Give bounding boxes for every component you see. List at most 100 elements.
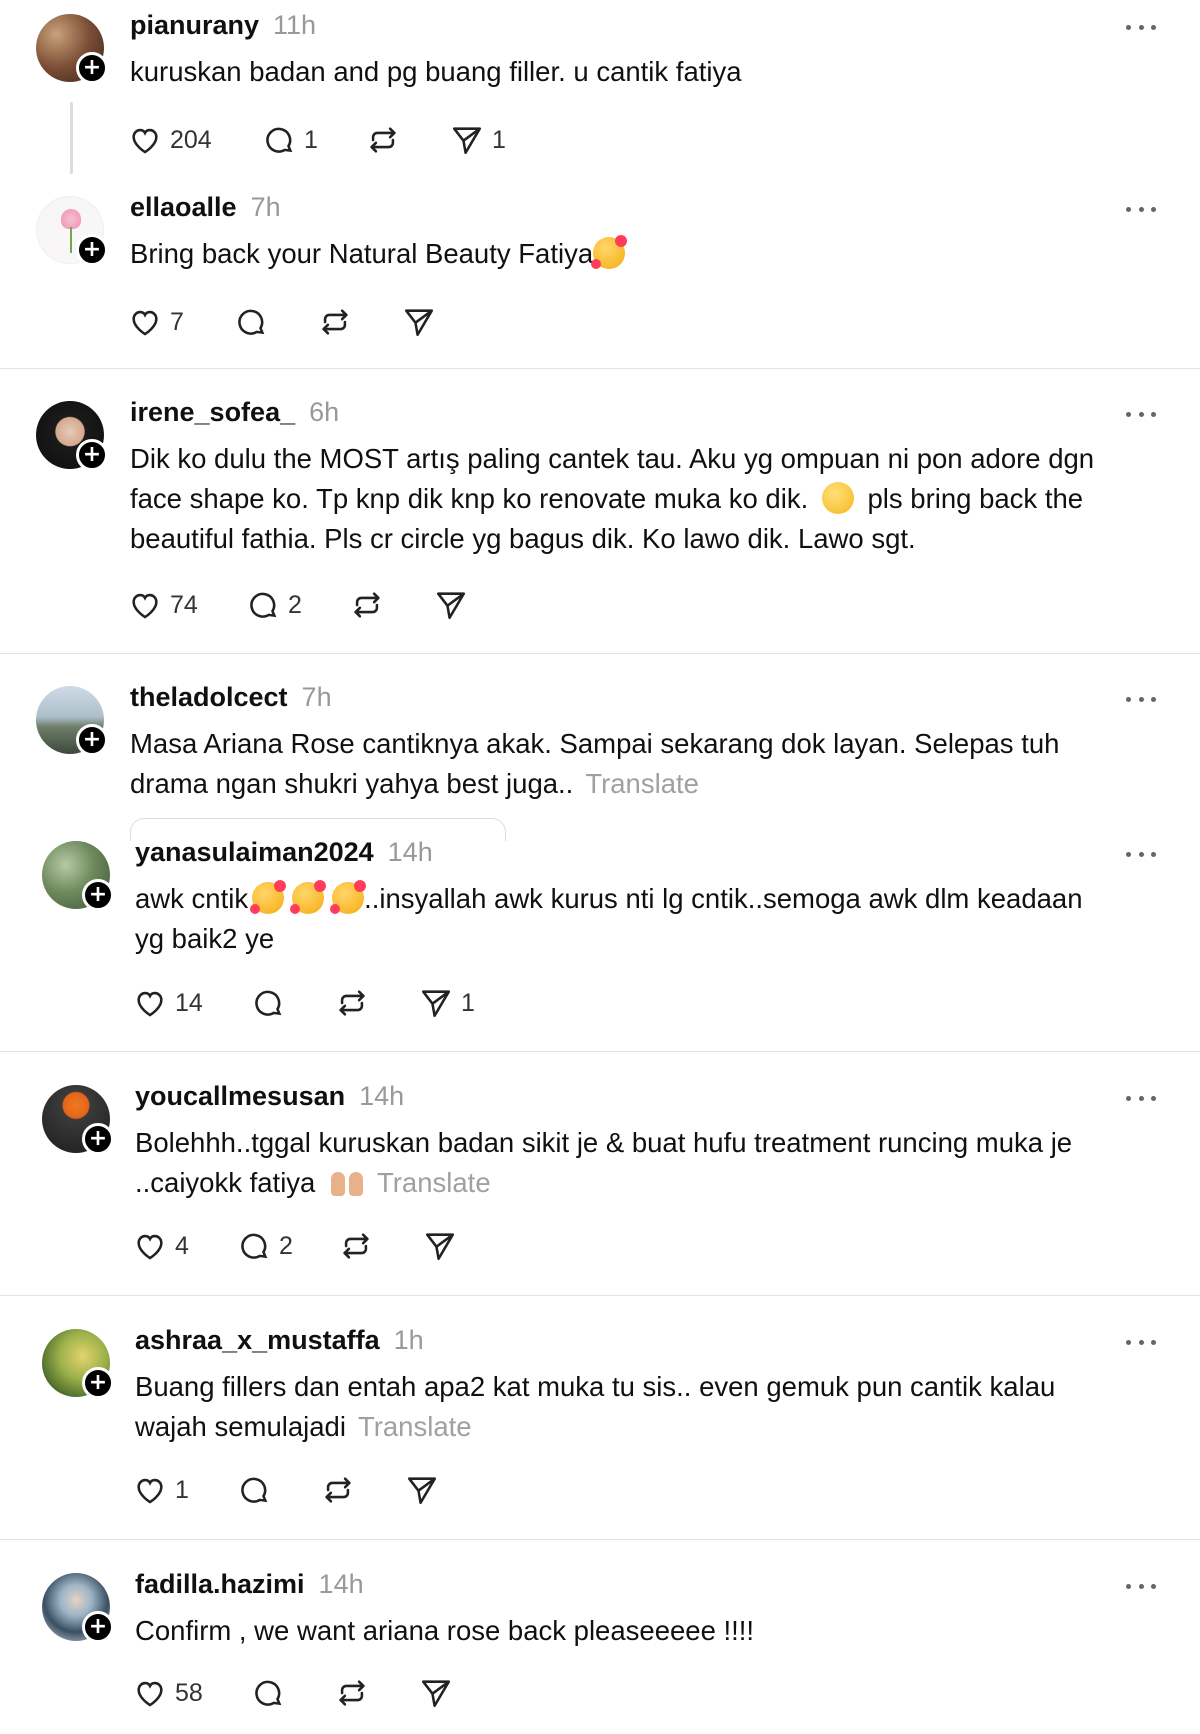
avatar[interactable]: +: [42, 841, 114, 911]
username[interactable]: yanasulaiman2024: [135, 837, 374, 868]
username[interactable]: pianurany: [130, 10, 259, 41]
more-icon[interactable]: [1126, 1093, 1156, 1103]
like-button[interactable]: 204: [128, 120, 212, 160]
like-button[interactable]: 74: [128, 585, 198, 625]
reply-button[interactable]: [251, 983, 285, 1023]
more-icon[interactable]: [1126, 409, 1156, 419]
more-icon[interactable]: [1126, 1337, 1156, 1347]
translate-link[interactable]: Translate: [585, 768, 699, 799]
username[interactable]: ellaoalle: [130, 192, 237, 223]
repost-button[interactable]: [318, 302, 352, 342]
reply-button[interactable]: 2: [237, 1226, 293, 1266]
timestamp: 1h: [393, 1325, 424, 1355]
smiling-hearts-emoji-icon: [330, 880, 367, 914]
username[interactable]: youcallmesusan: [135, 1081, 345, 1112]
reply-button[interactable]: 2: [246, 585, 302, 625]
repost-icon: [339, 990, 365, 1016]
follow-plus-icon[interactable]: +: [76, 439, 108, 471]
follow-plus-icon[interactable]: +: [76, 724, 108, 756]
divider: [0, 1295, 1200, 1296]
heart-icon: [132, 310, 158, 336]
reply-button[interactable]: [234, 302, 268, 342]
avatar[interactable]: +: [36, 401, 108, 471]
reply-button[interactable]: 1: [262, 120, 318, 160]
username[interactable]: ashraa_x_mustaffa: [135, 1325, 380, 1356]
repost-button[interactable]: [350, 585, 384, 625]
avatar[interactable]: +: [42, 1085, 114, 1155]
like-count: 74: [170, 590, 198, 619]
repost-button[interactable]: [335, 983, 369, 1023]
avatar[interactable]: +: [42, 1329, 114, 1399]
comment-icon: [238, 309, 265, 335]
post-text: Dik ko dulu the MOST artış paling cantek…: [130, 443, 1095, 554]
post-text: Confirm , we want ariana rose back pleas…: [135, 1615, 755, 1646]
like-button[interactable]: 14: [133, 983, 203, 1023]
more-icon[interactable]: [1126, 849, 1156, 859]
comment-icon: [250, 592, 277, 618]
post-text: awk cntik ..insyallah awk kurus nti lg cn…: [135, 880, 1083, 954]
share-button[interactable]: [405, 1470, 439, 1510]
timestamp: 6h: [309, 397, 340, 427]
translate-link[interactable]: Translate: [377, 1167, 491, 1198]
reply-count: 2: [279, 1231, 293, 1260]
repost-icon: [354, 592, 380, 618]
more-icon[interactable]: [1126, 204, 1156, 214]
share-button[interactable]: [402, 302, 436, 342]
thread-connector: [70, 102, 73, 174]
follow-plus-icon[interactable]: +: [82, 1367, 114, 1399]
timestamp: 14h: [387, 837, 433, 867]
follow-plus-icon[interactable]: +: [76, 52, 108, 84]
reply-button[interactable]: [251, 1673, 285, 1713]
follow-plus-icon[interactable]: +: [82, 1123, 114, 1155]
avatar[interactable]: +: [42, 1573, 114, 1643]
share-button[interactable]: [419, 1673, 453, 1713]
more-icon[interactable]: [1126, 22, 1156, 32]
username[interactable]: irene_sofea_: [130, 397, 295, 428]
repost-icon: [343, 1233, 369, 1259]
username[interactable]: theladolcect: [130, 682, 288, 713]
heart-icon: [132, 128, 158, 154]
share-button[interactable]: 1: [419, 983, 475, 1023]
like-count: 14: [175, 988, 203, 1017]
timestamp: 7h: [301, 682, 332, 712]
like-button[interactable]: 4: [133, 1226, 189, 1266]
avatar[interactable]: +: [36, 14, 108, 84]
translate-link[interactable]: Translate: [358, 1411, 472, 1442]
share-button[interactable]: 1: [450, 120, 506, 160]
post-text: Masa Ariana Rose cantiknya akak. Sampai …: [130, 728, 1060, 799]
like-count: 7: [170, 307, 184, 336]
post-text: Bring back your Natural Beauty Fatiya: [130, 234, 628, 274]
reply-button[interactable]: [237, 1470, 271, 1510]
like-count: 204: [170, 125, 212, 154]
like-button[interactable]: 58: [133, 1673, 203, 1713]
send-icon: [407, 1477, 437, 1505]
comment-icon: [241, 1233, 268, 1259]
share-button[interactable]: [434, 585, 468, 625]
smiling-hearts-emoji-icon: [591, 235, 628, 269]
reply-count: 2: [288, 590, 302, 619]
heart-icon: [137, 1681, 163, 1707]
repost-button[interactable]: [366, 120, 400, 160]
username[interactable]: fadilla.hazimi: [135, 1569, 305, 1600]
repost-icon: [325, 1477, 351, 1503]
repost-button[interactable]: [335, 1673, 369, 1713]
timestamp: 14h: [318, 1569, 364, 1599]
like-button[interactable]: 7: [128, 302, 184, 342]
follow-plus-icon[interactable]: +: [82, 1611, 114, 1643]
send-icon: [425, 1233, 455, 1261]
timestamp: 7h: [250, 192, 281, 222]
post-text: kuruskan badan and pg buang filler. u ca…: [130, 56, 742, 87]
more-icon[interactable]: [1126, 694, 1156, 704]
more-icon[interactable]: [1126, 1581, 1156, 1591]
like-count: 58: [175, 1678, 203, 1707]
repost-icon: [370, 127, 396, 153]
share-button[interactable]: [423, 1226, 457, 1266]
follow-plus-icon[interactable]: +: [82, 879, 114, 911]
avatar[interactable]: +: [36, 686, 108, 756]
avatar[interactable]: +: [36, 196, 108, 266]
smiling-hearts-emoji-icon: [290, 880, 327, 914]
repost-button[interactable]: [339, 1226, 373, 1266]
repost-button[interactable]: [321, 1470, 355, 1510]
follow-plus-icon[interactable]: +: [76, 234, 108, 266]
like-button[interactable]: 1: [133, 1470, 189, 1510]
